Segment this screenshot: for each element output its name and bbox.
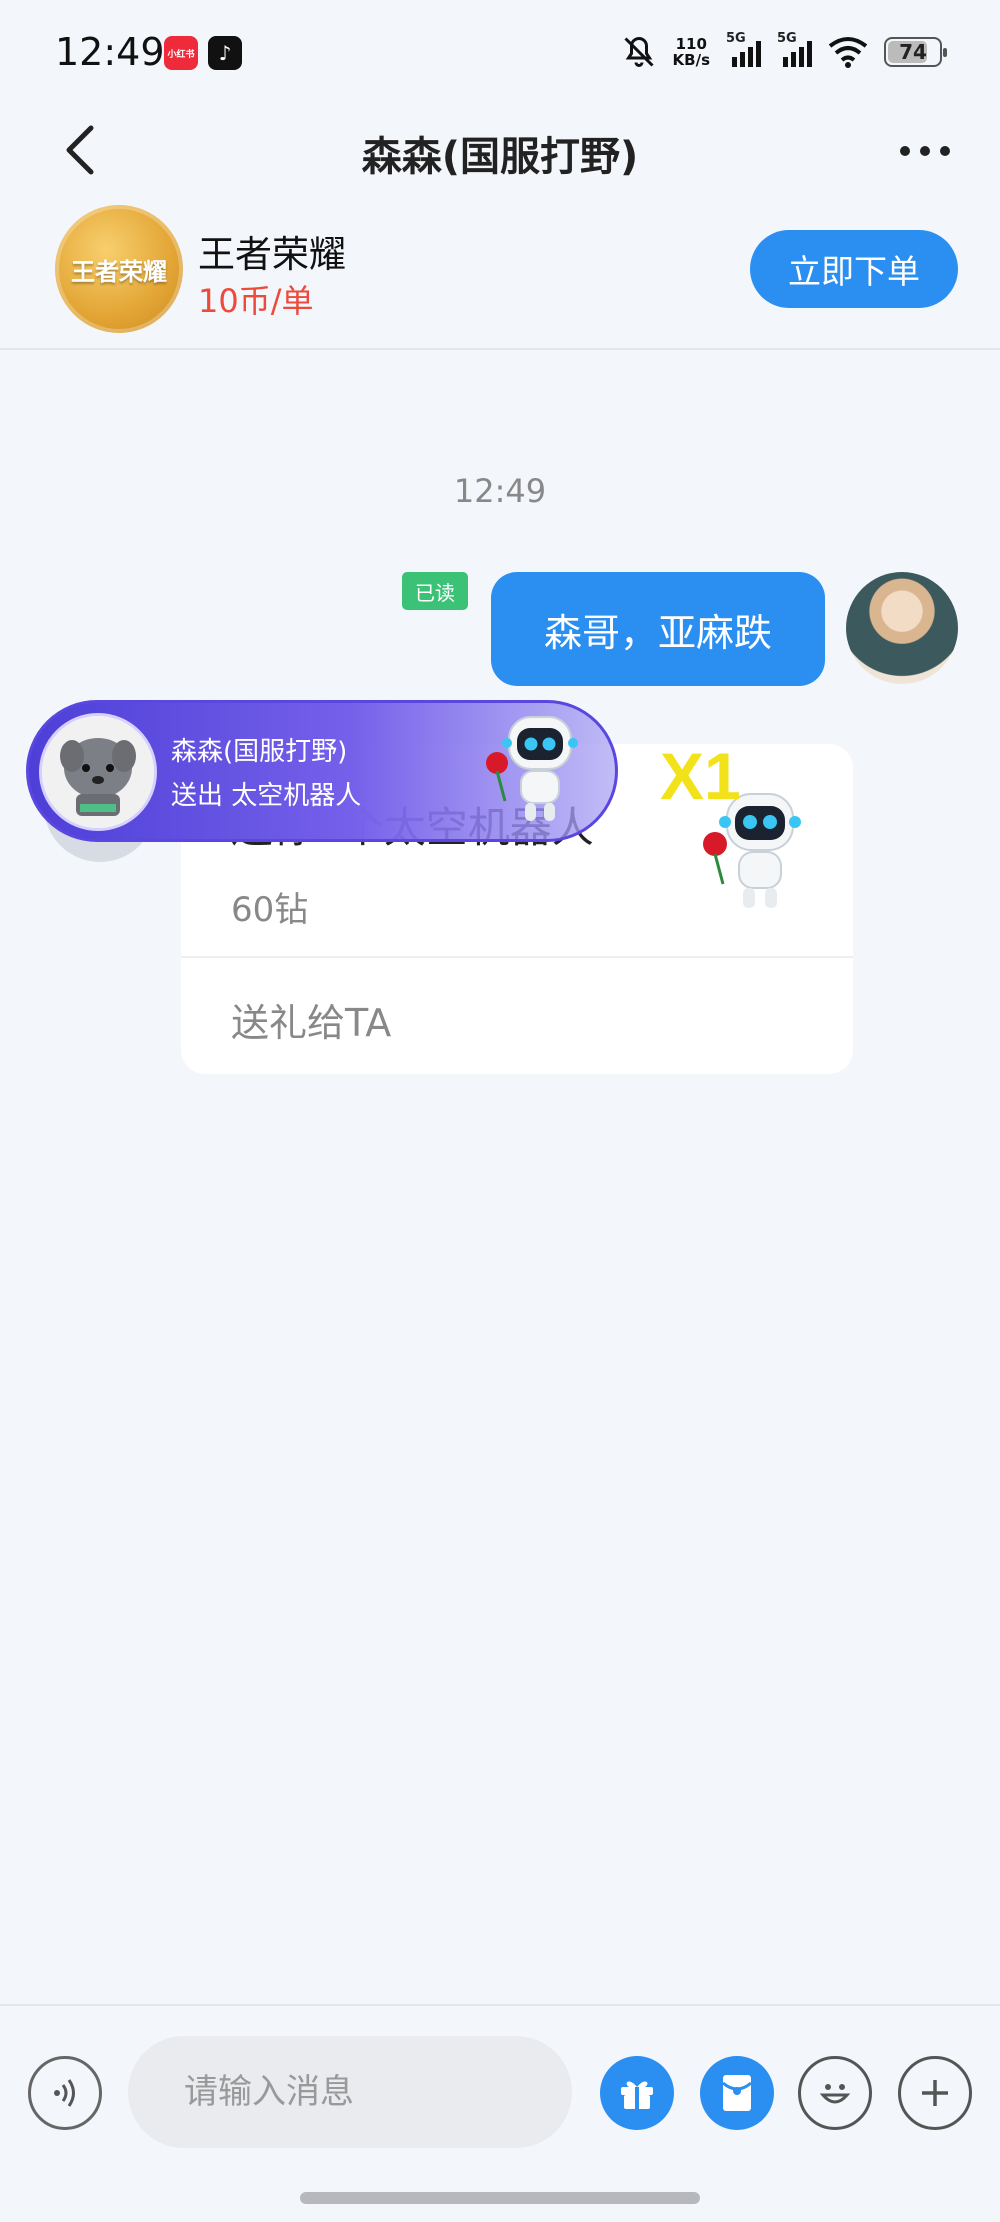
input-bar: [0, 2004, 1000, 2222]
page-title: 森森(国服打野): [361, 134, 639, 180]
mute-bell-icon: [623, 36, 654, 67]
my-message-bubble[interactable]: 森哥，亚麻跌: [491, 572, 825, 686]
banner-avatar: [39, 713, 157, 831]
robot-gift-icon: [486, 716, 578, 821]
gift-multiplier: X1: [660, 739, 741, 813]
plus-button[interactable]: [898, 2056, 972, 2130]
dot: [940, 146, 950, 156]
message-input[interactable]: [128, 2036, 572, 2148]
title-bar: 森森(国服打野): [0, 100, 1000, 200]
status-icons: 110 KB/s 5G 5G 74: [621, 30, 947, 74]
tiktok-icon: ♪: [208, 36, 242, 70]
game-header: 王者荣耀 王者荣耀 10币/单 立即下单: [0, 200, 1000, 350]
red-packet-button[interactable]: [700, 2056, 774, 2130]
smiley-icon: [819, 2084, 851, 2104]
game-price: 10币/单: [198, 282, 314, 320]
gift-cost: 60钻: [231, 890, 309, 930]
game-name: 王者荣耀: [198, 233, 346, 276]
wifi-icon: [828, 37, 868, 68]
banner-sender: 森森(国服打野): [171, 737, 348, 767]
sender-avatar-icon: [42, 716, 154, 828]
my-avatar[interactable]: [846, 572, 958, 684]
banner-action: 送出 太空机器人: [171, 781, 362, 811]
signal-icon: 5G: [726, 31, 761, 67]
status-bar: 12:49 小红书 ♪ 110 KB/s 5G 5G 74: [0, 0, 1000, 100]
net-speed-unit: KB/s: [672, 51, 710, 69]
net-speed-value: 110: [675, 35, 707, 53]
more-button[interactable]: [890, 126, 960, 176]
game-logo-text: 王者荣耀: [71, 257, 167, 286]
plus-icon: [922, 2080, 948, 2106]
sim1-label: 5G: [726, 31, 746, 46]
battery-icon: 74: [884, 37, 947, 67]
divider: [181, 956, 853, 958]
read-badge: 已读: [402, 572, 468, 610]
xiaohongshu-icon: 小红书: [164, 36, 198, 70]
game-logo: 王者荣耀: [55, 205, 183, 333]
voice-button[interactable]: [28, 2056, 102, 2130]
status-time: 12:49: [55, 30, 165, 74]
voice-icon: [54, 2079, 75, 2107]
gift-icon: [621, 2081, 653, 2109]
battery-level: 74: [899, 40, 927, 64]
signal-icon-2: 5G: [777, 31, 812, 67]
chat-timestamp: 12:49: [453, 472, 547, 510]
gift-banner: 森森(国服打野) 送出 太空机器人: [26, 700, 618, 842]
net-speed: 110 KB/s: [673, 36, 710, 68]
sim2-label: 5G: [777, 31, 797, 46]
order-now-button[interactable]: 立即下单: [750, 230, 958, 308]
dot: [920, 146, 930, 156]
send-gift-link[interactable]: 送礼给TA: [231, 992, 391, 1047]
emoji-button[interactable]: [798, 2056, 872, 2130]
dot: [900, 146, 910, 156]
envelope-icon: [722, 2075, 752, 2111]
gift-button[interactable]: [600, 2056, 674, 2130]
home-indicator[interactable]: [300, 2192, 700, 2204]
